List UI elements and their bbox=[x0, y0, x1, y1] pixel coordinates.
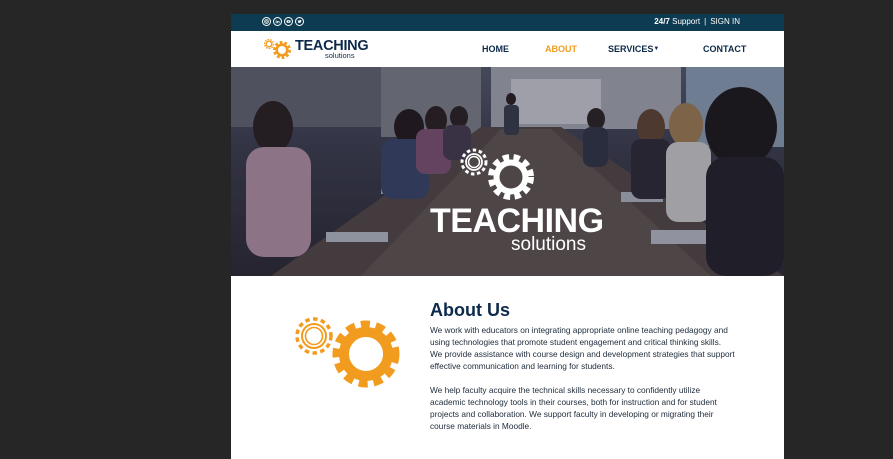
hero-logo-tagline: solutions bbox=[511, 234, 586, 255]
nav-about[interactable]: ABOUT bbox=[545, 44, 577, 55]
youtube-icon[interactable] bbox=[284, 17, 293, 26]
about-gears-icon bbox=[295, 317, 400, 388]
nav-home[interactable]: HOME bbox=[482, 44, 509, 55]
main-nav: TEACHING solutions HOME ABOUT SERVICES▼ … bbox=[231, 31, 784, 67]
site-logo[interactable]: TEACHING solutions bbox=[262, 36, 369, 62]
instagram-icon[interactable] bbox=[262, 17, 271, 26]
nav-services-label: SERVICES bbox=[608, 44, 654, 54]
about-paragraph-2: We help faculty acquire the technical sk… bbox=[430, 385, 717, 431]
hero-banner: TEACHING solutions bbox=[231, 67, 784, 276]
topbar-separator: | bbox=[704, 17, 707, 26]
about-heading: About Us bbox=[430, 300, 510, 320]
linkedin-icon[interactable] bbox=[273, 17, 282, 26]
website-page: 24/7 Support | SIGN IN TEACHING solutions … bbox=[231, 14, 784, 459]
chevron-down-icon: ▼ bbox=[653, 46, 660, 52]
top-bar: 24/7 Support | SIGN IN bbox=[231, 14, 784, 31]
logo-tagline: solutions bbox=[325, 51, 355, 60]
about-paragraph-1: We work with educators on integrating ap… bbox=[430, 325, 735, 371]
top-links: 24/7 Support | SIGN IN bbox=[654, 17, 740, 27]
support-label: Support bbox=[672, 17, 701, 26]
nav-contact[interactable]: CONTACT bbox=[703, 44, 746, 55]
support-link[interactable]: 24/7 Support bbox=[654, 17, 700, 26]
nav-services[interactable]: SERVICES▼ bbox=[608, 44, 659, 55]
sign-in-link[interactable]: SIGN IN bbox=[710, 17, 740, 26]
support-hours: 24/7 bbox=[654, 17, 670, 26]
twitter-icon[interactable] bbox=[295, 17, 304, 26]
hero-gears-icon bbox=[460, 148, 534, 200]
gears-logo-icon bbox=[263, 38, 291, 59]
social-links bbox=[262, 17, 304, 26]
